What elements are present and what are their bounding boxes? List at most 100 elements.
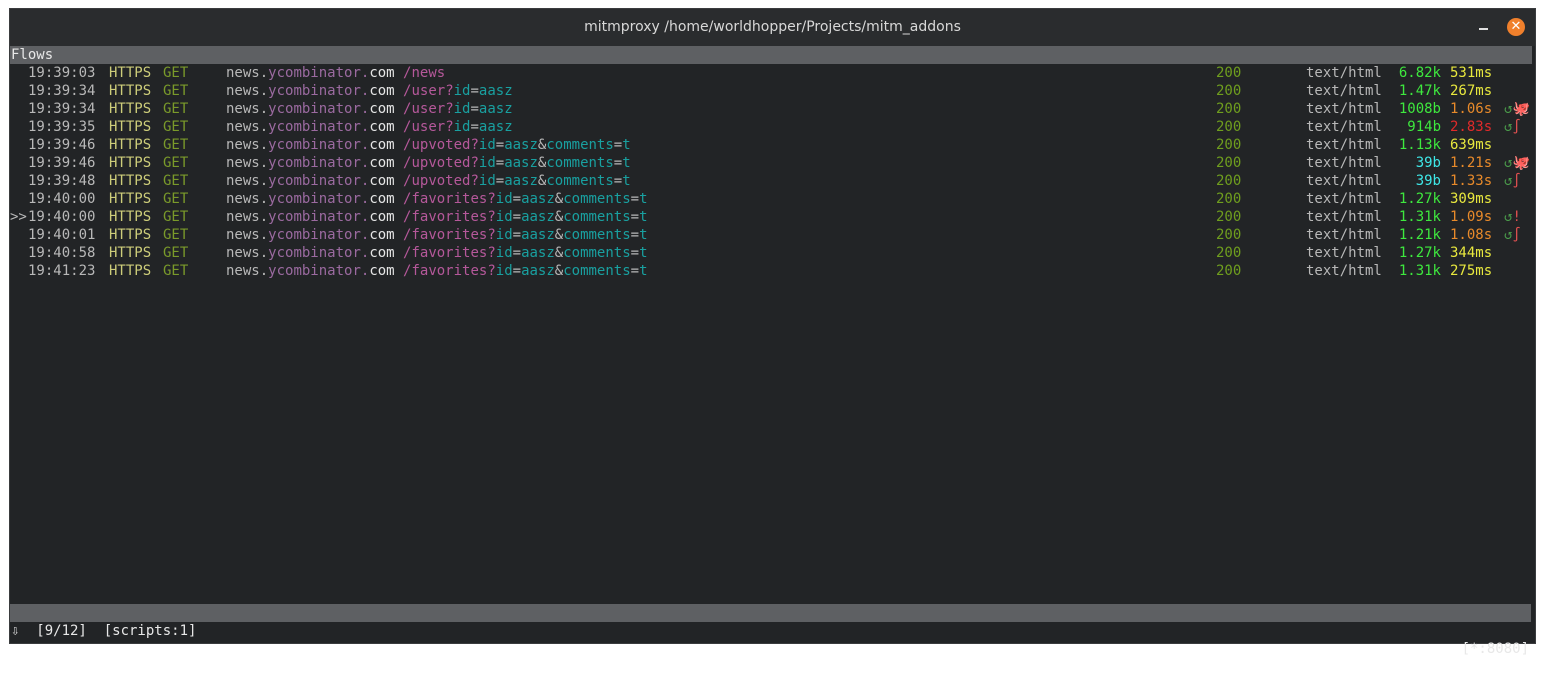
flow-duration: 2.83s xyxy=(1450,119,1493,135)
flow-row[interactable]: 19:41:23 HTTPS GET news.ycombinator.com /fa… xyxy=(10,262,1535,280)
url-host-domain: ycombinator. xyxy=(268,155,370,171)
flow-status-code: 200 xyxy=(1216,263,1242,279)
url-path: /favorites xyxy=(394,227,488,243)
flow-row[interactable]: 19:39:46 HTTPS GET news.ycombinator.com /up… xyxy=(10,154,1535,172)
url-host-domain: ycombinator. xyxy=(268,83,370,99)
url-query-sep: & xyxy=(554,209,564,225)
flow-method: GET xyxy=(163,209,189,225)
replay-icon: ↺∫ xyxy=(1504,172,1521,190)
flow-duration: 531ms xyxy=(1450,65,1493,81)
url-query-value: t xyxy=(622,137,631,153)
flow-duration: 639ms xyxy=(1450,137,1493,153)
flow-status-code: 200 xyxy=(1216,137,1242,153)
flow-row[interactable]: 19:40:00 HTTPS GET news.ycombinator.com /fa… xyxy=(10,190,1535,208)
flow-row[interactable]: >> 19:40:00 HTTPS GET news.ycombinator.com /… xyxy=(10,208,1535,226)
flow-scheme: HTTPS xyxy=(109,245,152,261)
url-query-value: aasz xyxy=(521,227,555,243)
url-query-sep: ? xyxy=(470,137,479,153)
flow-url: news.ycombinator.com /favorites?id=aasz&… xyxy=(226,262,648,280)
url-host-sub: news. xyxy=(226,137,269,153)
url-query-eq: = xyxy=(470,83,479,99)
flow-marker-icon: 🐙 xyxy=(1512,101,1530,117)
url-host-tld: com xyxy=(369,83,395,99)
flow-time: 19:39:34 xyxy=(28,101,96,117)
url-query-eq: = xyxy=(495,173,505,189)
url-query-key: id xyxy=(453,101,471,117)
replay-icon: ↺∫ xyxy=(1504,118,1521,136)
url-path: /user xyxy=(394,101,446,117)
url-query-eq: = xyxy=(512,209,522,225)
url-query-sep: ? xyxy=(487,263,496,279)
flow-duration: 1.33s xyxy=(1450,173,1493,189)
flow-status-code: 200 xyxy=(1216,173,1242,189)
flow-row[interactable]: 19:40:58 HTTPS GET news.ycombinator.com /fa… xyxy=(10,244,1535,262)
flow-content-type: text/html xyxy=(1306,263,1382,279)
url-query-key: id xyxy=(495,245,513,261)
flow-row[interactable]: 19:39:34 HTTPS GET news.ycombinator.com /us… xyxy=(10,100,1535,118)
flow-url: news.ycombinator.com /upvoted?id=aasz&co… xyxy=(226,154,631,172)
close-button[interactable]: ✕ xyxy=(1507,18,1525,36)
flow-time: 19:39:35 xyxy=(28,119,96,135)
url-query-value: aasz xyxy=(521,245,555,261)
url-query-sep: & xyxy=(554,263,564,279)
url-query-sep: ? xyxy=(445,101,454,117)
flow-time: 19:40:01 xyxy=(28,227,96,243)
flow-marker-icon: ! xyxy=(1512,209,1521,225)
url-query-value: aasz xyxy=(521,209,555,225)
flow-row[interactable]: 19:39:34 HTTPS GET news.ycombinator.com /us… xyxy=(10,82,1535,100)
url-host-sub: news. xyxy=(226,245,269,261)
url-query-key: comments xyxy=(563,263,631,279)
url-query-sep: & xyxy=(554,227,564,243)
url-query-value: aasz xyxy=(478,83,513,99)
flow-size: 1.27k xyxy=(1398,191,1441,207)
flow-row[interactable]: 19:39:03 HTTPS GET news.ycombinator.com /ne… xyxy=(10,64,1535,82)
flow-status-code: 200 xyxy=(1216,83,1242,99)
url-host-sub: news. xyxy=(226,191,269,207)
url-query-value: aasz xyxy=(504,173,538,189)
url-query-eq: = xyxy=(512,263,522,279)
flow-row[interactable]: 19:39:48 HTTPS GET news.ycombinator.com /up… xyxy=(10,172,1535,190)
url-query-key: comments xyxy=(546,137,614,153)
flow-scheme: HTTPS xyxy=(109,155,152,171)
url-host-domain: ycombinator. xyxy=(268,209,370,225)
flow-size: 1.27k xyxy=(1398,245,1441,261)
flow-status-code: 200 xyxy=(1216,155,1242,171)
flow-method: GET xyxy=(163,263,189,279)
url-host-sub: news. xyxy=(226,173,269,189)
flows-header: Flows xyxy=(10,46,1532,64)
flow-row[interactable]: 19:40:01 HTTPS GET news.ycombinator.com /fa… xyxy=(10,226,1535,244)
flow-scheme: HTTPS xyxy=(109,65,152,81)
url-host-domain: ycombinator. xyxy=(268,191,370,207)
url-query-eq: = xyxy=(630,191,640,207)
url-query-key: comments xyxy=(546,155,614,171)
url-host-domain: ycombinator. xyxy=(268,173,370,189)
flow-list[interactable]: 19:39:03 HTTPS GET news.ycombinator.com /ne… xyxy=(10,64,1535,280)
flow-time: 19:39:03 xyxy=(28,65,96,81)
url-host-domain: ycombinator. xyxy=(268,119,370,135)
url-query-eq: = xyxy=(630,245,640,261)
url-query-sep: & xyxy=(554,245,564,261)
flow-method: GET xyxy=(163,227,189,243)
flow-size: 1.31k xyxy=(1398,263,1441,279)
minimize-button[interactable] xyxy=(1477,19,1491,33)
url-host-sub: news. xyxy=(226,227,269,243)
url-host-tld: com xyxy=(369,191,395,207)
flow-content-type: text/html xyxy=(1306,245,1382,261)
flow-row[interactable]: 19:39:46 HTTPS GET news.ycombinator.com /up… xyxy=(10,136,1535,154)
status-left: ⇩ [9/12] [scripts:1] xyxy=(11,623,197,639)
flow-duration: 1.08s xyxy=(1450,227,1493,243)
flow-time: 19:39:46 xyxy=(28,155,96,171)
url-query-key: id xyxy=(478,173,496,189)
flow-size: 914b xyxy=(1407,119,1441,135)
flow-duration: 1.06s xyxy=(1450,101,1493,117)
url-host-tld: com xyxy=(369,65,395,81)
flow-scheme: HTTPS xyxy=(109,227,152,243)
url-query-value: t xyxy=(639,263,648,279)
url-query-sep: ? xyxy=(470,155,479,171)
url-path: /upvoted xyxy=(394,173,471,189)
flow-content-type: text/html xyxy=(1306,101,1382,117)
url-path: /user xyxy=(394,83,446,99)
url-query-eq: = xyxy=(495,137,505,153)
flow-status-code: 200 xyxy=(1216,209,1242,225)
flow-row[interactable]: 19:39:35 HTTPS GET news.ycombinator.com /us… xyxy=(10,118,1535,136)
